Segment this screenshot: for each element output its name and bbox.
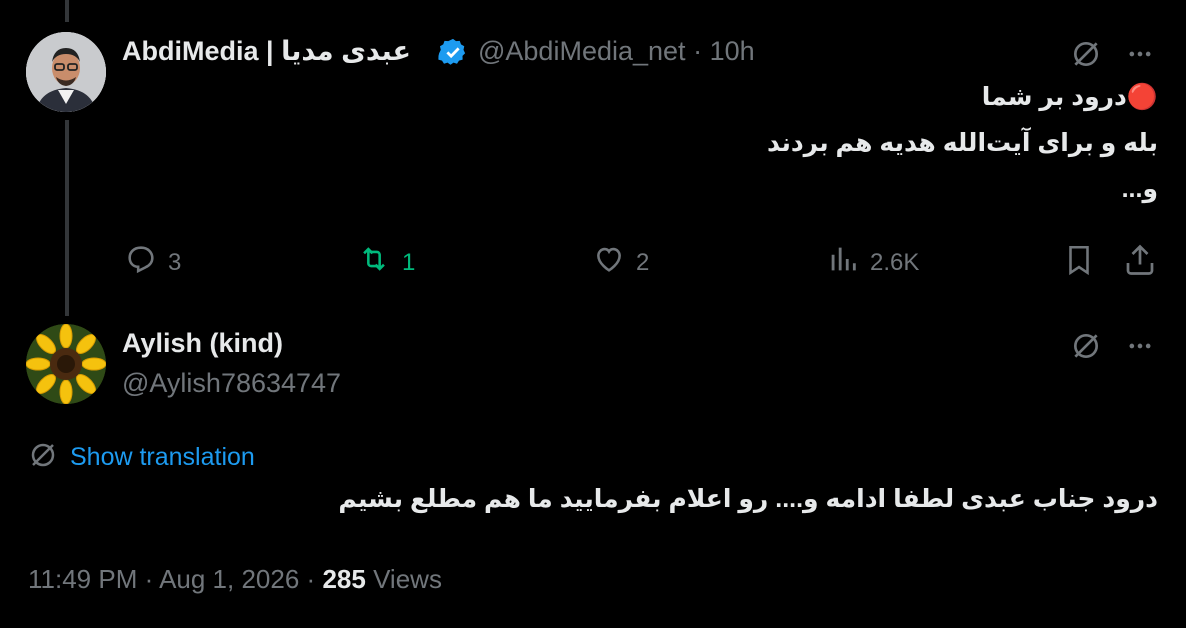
retweet-button[interactable]: 1 [356, 242, 415, 283]
like-button[interactable]: 2 [592, 242, 649, 283]
meta-separator: · [144, 564, 154, 594]
show-translation-link[interactable]: Show translation [28, 440, 255, 475]
like-icon [592, 242, 626, 283]
more-icon[interactable] [1124, 40, 1156, 68]
author-handle-meta[interactable]: @AbdiMedia_net · 10h [478, 36, 755, 67]
reply-text: درود جناب عبدی لطفا ادامه و.... رو اعلام… [338, 485, 1158, 513]
share-icon[interactable] [1122, 242, 1158, 278]
author-name-en: AbdiMedia | [122, 36, 282, 66]
avatar-abdimedia[interactable] [26, 32, 106, 112]
show-translation-label: Show translation [70, 443, 255, 471]
retweet-icon [356, 242, 392, 283]
translate-icon [28, 440, 58, 475]
reply-views-count: 285 [322, 564, 366, 594]
reply-icon [124, 242, 158, 283]
tweet-line-1: 🔴درود بر شما [981, 83, 1158, 111]
reply-author-name[interactable]: Aylish (kind) [122, 328, 283, 359]
views-button[interactable]: 2.6K [826, 242, 919, 283]
verified-badge-icon [438, 37, 468, 72]
bookmark-icon[interactable] [1062, 242, 1096, 278]
reply-button[interactable]: 3 [124, 242, 181, 283]
retweet-count: 1 [402, 248, 416, 276]
tweet-line-2: بله و برای آیت‌الله هدیه هم بردند [767, 129, 1158, 157]
reply-author-handle[interactable]: @Aylish78634747 [122, 368, 341, 399]
more-icon[interactable] [1124, 332, 1156, 360]
avatar-aylish[interactable] [26, 324, 106, 404]
tweet-line-3: و... [1121, 175, 1158, 203]
reply-views-label: Views [373, 564, 442, 594]
reply-time[interactable]: 11:49 PM [28, 564, 137, 594]
tweet-time[interactable]: 10h [710, 36, 755, 66]
like-count: 2 [636, 248, 650, 276]
meta-separator: · [306, 564, 316, 594]
grok-icon[interactable] [1070, 330, 1102, 362]
red-circle-emoji: 🔴 [1126, 83, 1158, 111]
grok-icon[interactable] [1070, 38, 1102, 70]
thread-line-top [65, 0, 69, 22]
author-name-fa: عبدی مدیا [281, 36, 411, 66]
author-name[interactable]: AbdiMedia | عبدی مدیا [122, 36, 411, 67]
reply-meta: 11:49 PM · Aug 1, 2026 · 285 Views [28, 564, 442, 595]
author-handle[interactable]: @AbdiMedia_net [478, 36, 686, 66]
views-icon [826, 242, 860, 283]
reply-date[interactable]: Aug 1, 2026 [159, 564, 299, 594]
reply-count: 3 [168, 248, 182, 276]
thread-line [65, 120, 69, 316]
views-count: 2.6K [870, 248, 920, 276]
meta-separator: · [693, 36, 703, 66]
